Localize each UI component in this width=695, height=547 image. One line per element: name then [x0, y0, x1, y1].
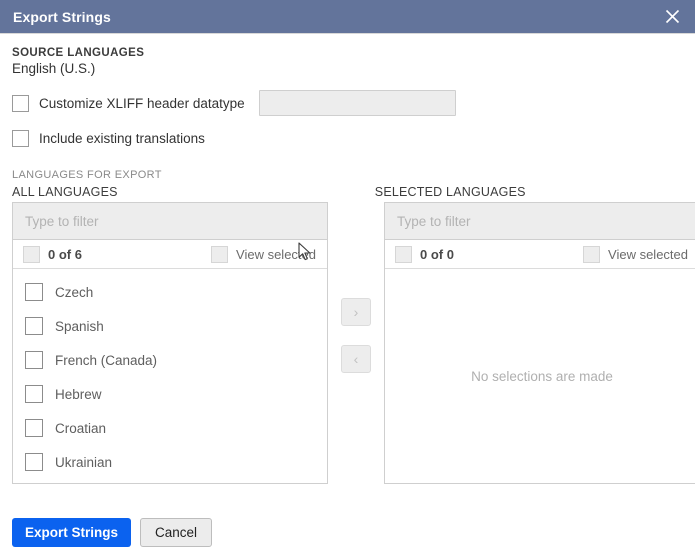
selected-languages-panel: Type to filter 0 of 0 View selected No s… [384, 202, 695, 484]
selected-languages-view-selected-label: View selected [608, 246, 688, 262]
dialog-titlebar: Export Strings [0, 0, 695, 34]
language-checkbox[interactable] [25, 351, 43, 369]
chevron-left-icon[interactable]: ‹ [341, 345, 371, 373]
selected-languages-select-all-checkbox[interactable] [395, 245, 412, 263]
selected-languages-empty-message: No selections are made [471, 368, 613, 384]
language-label: Czech [55, 284, 94, 300]
move-right-glyph: › [353, 304, 359, 320]
dialog-body: SOURCE LANGUAGES English (U.S.) Customiz… [0, 34, 695, 484]
include-existing-translations-checkbox[interactable] [12, 130, 29, 147]
all-languages-view-selected[interactable]: View selected [211, 245, 316, 263]
selected-languages-count-label: 0 of 0 [420, 246, 454, 262]
option-row-customize-xliff: Customize XLIFF header datatype [12, 90, 683, 116]
language-checkbox[interactable] [25, 453, 43, 471]
customize-xliff-label[interactable]: Customize XLIFF header datatype [39, 96, 245, 111]
language-label: Spanish [55, 318, 104, 334]
language-label: Hebrew [55, 386, 102, 402]
source-language-value: English (U.S.) [12, 61, 96, 76]
all-languages-select-all[interactable]: 0 of 6 [23, 245, 82, 263]
all-languages-view-selected-label: View selected [236, 246, 316, 262]
language-label: Ukrainian [55, 454, 113, 470]
all-languages-panel: Type to filter 0 of 6 View selected Czec… [12, 202, 328, 484]
customize-xliff-checkbox[interactable] [12, 94, 29, 112]
language-transfer-widget: Type to filter 0 of 6 View selected Czec… [12, 202, 695, 484]
list-item[interactable]: Croatian [13, 411, 327, 445]
export-strings-button[interactable]: Export Strings [12, 518, 132, 547]
selected-languages-view-selected[interactable]: View selected [583, 245, 688, 263]
selected-languages-select-all[interactable]: 0 of 0 [395, 245, 454, 263]
cancel-button[interactable]: Cancel [140, 518, 213, 547]
selected-languages-filter-input[interactable]: Type to filter [385, 203, 695, 240]
all-languages-list: Czech Spanish French (Canada) Hebrew Cro… [13, 269, 327, 483]
all-languages-filter-input[interactable]: Type to filter [13, 203, 327, 240]
language-checkbox[interactable] [25, 317, 43, 335]
dialog-footer: Export Strings Cancel [12, 518, 213, 547]
transfer-button-column: › ‹ [328, 202, 384, 373]
chevron-right-icon[interactable]: › [341, 298, 371, 326]
selected-languages-view-selected-checkbox[interactable] [583, 245, 601, 263]
list-item[interactable]: Czech [13, 275, 327, 309]
all-languages-select-all-checkbox[interactable] [23, 245, 40, 263]
language-checkbox[interactable] [25, 283, 43, 301]
language-label: Croatian [55, 420, 107, 436]
list-item[interactable]: Spanish [13, 309, 327, 343]
dialog-title: Export Strings [13, 8, 111, 25]
all-languages-view-selected-checkbox[interactable] [211, 245, 229, 263]
language-label: French (Canada) [55, 352, 158, 368]
close-icon[interactable] [661, 6, 683, 28]
all-languages-count-row: 0 of 6 View selected [13, 240, 327, 269]
list-item[interactable]: Hebrew [13, 377, 327, 411]
language-checkbox[interactable] [25, 419, 43, 437]
languages-for-export-label: LANGUAGES FOR EXPORT [12, 169, 162, 181]
source-languages-label: SOURCE LANGUAGES [12, 47, 145, 59]
language-checkbox[interactable] [25, 385, 43, 403]
selected-languages-heading: SELECTED LANGUAGES [374, 185, 526, 199]
include-existing-translations-label[interactable]: Include existing translations [39, 131, 205, 146]
all-languages-heading: ALL LANGUAGES [12, 185, 118, 199]
move-left-glyph: ‹ [353, 351, 359, 367]
list-item[interactable]: French (Canada) [13, 343, 327, 377]
option-row-include-translations: Include existing translations [12, 130, 683, 147]
list-item[interactable]: Ukrainian [13, 445, 327, 479]
all-languages-count-label: 0 of 6 [48, 246, 82, 262]
xliff-datatype-input[interactable] [258, 90, 456, 116]
selected-languages-count-row: 0 of 0 View selected [385, 240, 695, 269]
